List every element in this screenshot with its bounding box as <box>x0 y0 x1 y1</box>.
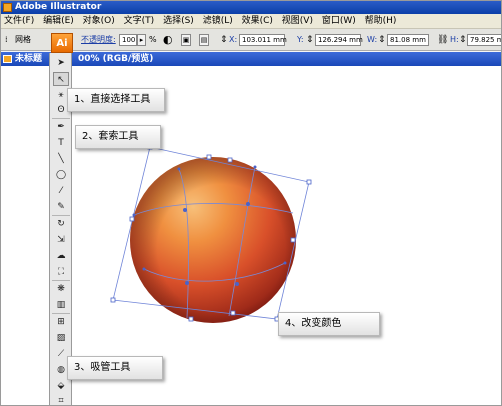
mesh-node <box>235 282 239 286</box>
pen-icon[interactable]: ✒ <box>53 120 69 134</box>
line-icon[interactable]: ╲ <box>53 152 69 166</box>
tool-divider <box>52 313 70 314</box>
mesh-sphere-artwork[interactable] <box>1 1 502 406</box>
anchor-point <box>306 179 312 185</box>
mesh-node <box>177 167 181 171</box>
callout-direct-selection: 1、直接选择工具 <box>67 88 165 112</box>
scale-icon[interactable]: ⇲ <box>53 233 69 247</box>
tool-divider <box>52 215 70 216</box>
warp-icon[interactable]: ☁ <box>53 249 69 263</box>
crop-area-icon[interactable]: ⌗ <box>53 394 69 405</box>
anchor-point <box>290 237 296 243</box>
live-paint-icon[interactable]: ⬙ <box>53 379 69 393</box>
anchor-point <box>227 157 233 163</box>
callout-eyedropper: 3、吸管工具 <box>67 356 163 380</box>
anchor-point <box>129 216 135 222</box>
anchor-point <box>230 310 236 316</box>
ai-logo: Ai <box>51 33 73 53</box>
mesh-node <box>132 213 136 217</box>
callout-lasso: 2、套索工具 <box>75 125 161 149</box>
illustrator-window: Adobe Illustrator 文件(F) 编辑(E) 对象(O) 文字(T… <box>0 0 502 406</box>
tool-divider <box>52 118 70 119</box>
mesh-node <box>246 202 250 206</box>
direct-selection-icon[interactable]: ↖ <box>53 72 69 86</box>
selection-arrow-icon[interactable]: ➤ <box>53 56 69 70</box>
free-transform-icon[interactable]: ⛶ <box>53 265 69 279</box>
paintbrush-icon[interactable]: ⁄ <box>53 184 69 198</box>
symbol-sprayer-icon[interactable]: ❋ <box>53 282 69 296</box>
tool-divider <box>52 280 70 281</box>
ellipse-icon[interactable]: ◯ <box>53 168 69 182</box>
mesh-node <box>142 267 146 271</box>
anchor-point <box>188 316 194 322</box>
gradient-icon[interactable]: ▨ <box>53 331 69 345</box>
anchor-point <box>206 154 212 160</box>
mesh-node <box>185 281 189 285</box>
mesh-node <box>283 261 287 265</box>
rotate-icon[interactable]: ↻ <box>53 217 69 231</box>
mesh-node <box>253 165 257 169</box>
type-icon[interactable]: T <box>53 136 69 150</box>
callout-change-color: 4、改变颜色 <box>278 312 380 336</box>
mesh-node <box>183 208 187 212</box>
mesh-icon[interactable]: ⊞ <box>53 315 69 329</box>
pencil-icon[interactable]: ✎ <box>53 200 69 214</box>
anchor-point <box>110 297 116 303</box>
graph-icon[interactable]: ▥ <box>53 298 69 312</box>
sphere-shading <box>130 157 296 323</box>
